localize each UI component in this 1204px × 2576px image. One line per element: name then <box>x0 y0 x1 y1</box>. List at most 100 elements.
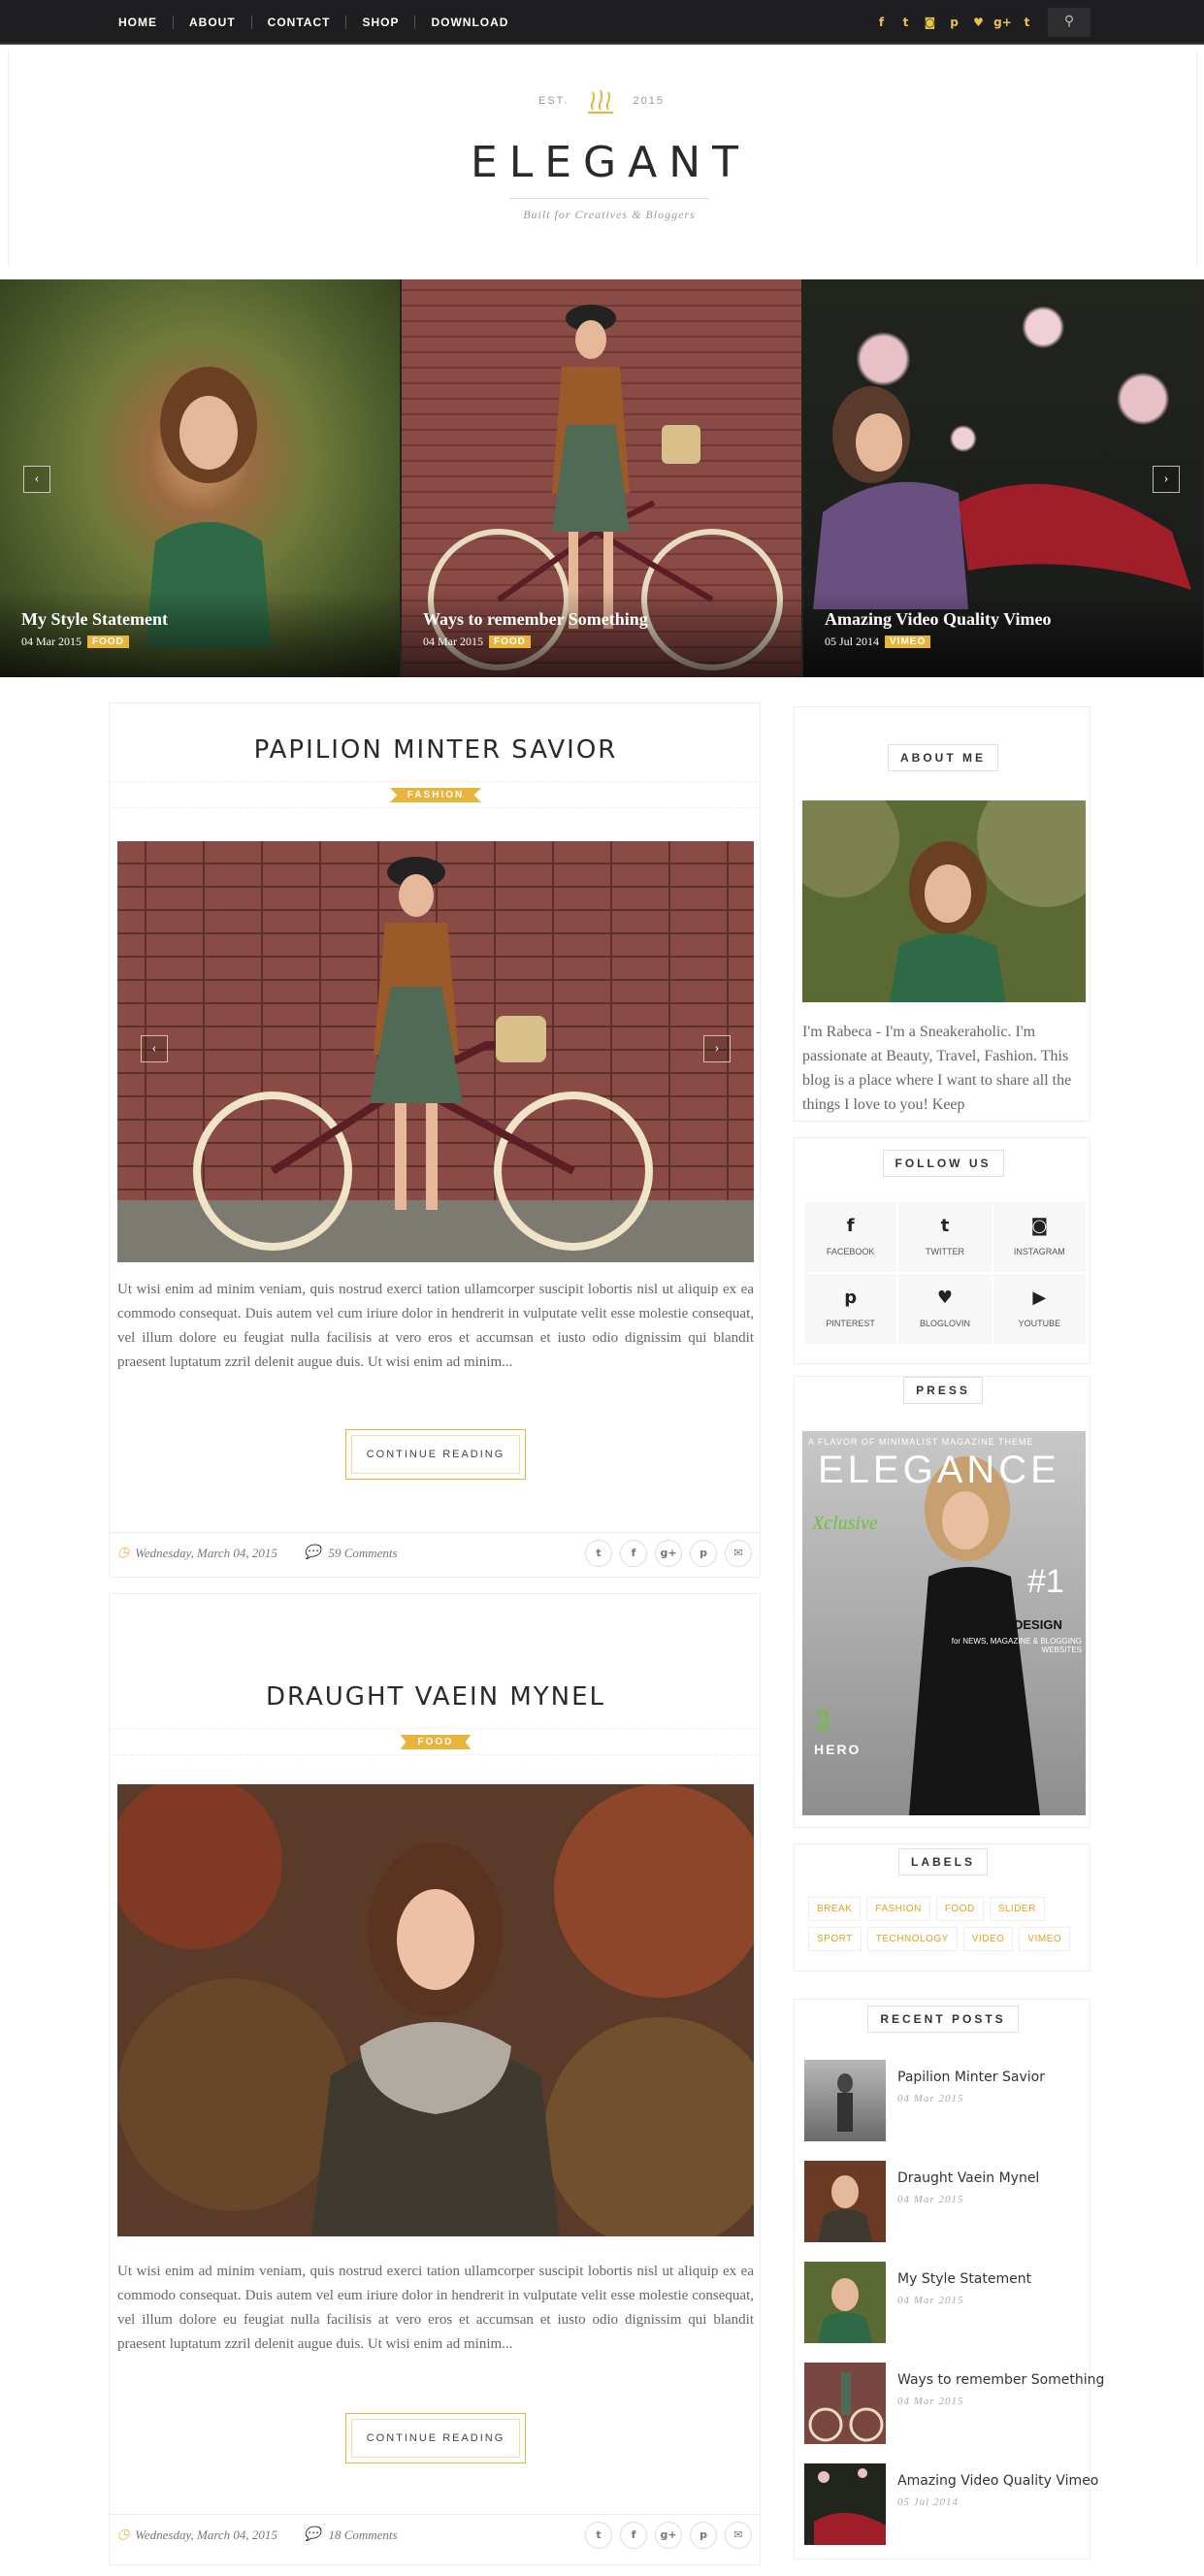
nav-contact[interactable]: CONTACT <box>252 16 347 29</box>
labels-title: LABELS <box>795 1848 1091 1875</box>
instagram-icon[interactable]: ◙ <box>918 16 942 29</box>
recent-post-date: 05 Jul 2014 <box>897 2496 959 2508</box>
follow-label: YOUTUBE <box>1018 1319 1061 1328</box>
est-year: 2015 <box>633 95 665 107</box>
magazine-cover[interactable]: A FLAVOR OF MINIMALIST MAGAZINE THEME EL… <box>802 1431 1086 1815</box>
post-footer: ◷ Wednesday, March 04, 2015 💬 18 Comment… <box>110 2514 762 2559</box>
slide-2-title[interactable]: Ways to remember Something <box>423 609 648 630</box>
label-food[interactable]: FOOD <box>935 1897 984 1921</box>
search-icon[interactable]: ⚲ <box>1048 8 1090 37</box>
recent-post-item[interactable]: Draught Vaein Mynel 04 Mar 2015 <box>804 2161 1082 2246</box>
slider-next-icon[interactable]: › <box>1153 466 1180 493</box>
post-comments-text[interactable]: 59 Comments <box>328 1546 397 1561</box>
labels-title-text: LABELS <box>898 1848 988 1875</box>
recent-post-title[interactable]: Ways to remember Something <box>897 2372 1104 2388</box>
label-video[interactable]: VIDEO <box>962 1927 1014 1951</box>
press-title-text: PRESS <box>903 1377 983 1404</box>
featured-slider: My Style Statement 04 Mar 2015 FOOD Ways… <box>0 279 1204 677</box>
nav-shop[interactable]: SHOP <box>346 16 416 29</box>
slide-2-tag[interactable]: FOOD <box>489 636 531 648</box>
label-fashion[interactable]: FASHION <box>866 1897 930 1921</box>
slide-1[interactable]: My Style Statement 04 Mar 2015 FOOD <box>0 279 400 677</box>
recent-post-title[interactable]: Papilion Minter Savior <box>897 2070 1045 2085</box>
post-title[interactable]: DRAUGHT VAEIN MYNEL <box>207 1678 665 1716</box>
continue-reading-button[interactable]: CONTINUE READING <box>345 1429 526 1480</box>
cover-for: for NEWS, MAGAZINE & BLOGGING WEBSITES <box>951 1637 1082 1654</box>
nav-download[interactable]: DOWNLOAD <box>415 16 524 29</box>
recent-post-item[interactable]: Ways to remember Something 04 Mar 2015 <box>804 2363 1104 2448</box>
post-comments-text[interactable]: 18 Comments <box>328 2527 397 2543</box>
post-image-prev-icon[interactable]: ‹ <box>141 1035 168 1062</box>
slide-3[interactable]: Amazing Video Quality Vimeo 05 Jul 2014 … <box>803 279 1203 677</box>
follow-label: INSTAGRAM <box>1013 1247 1065 1256</box>
recent-post-item[interactable]: Papilion Minter Savior 04 Mar 2015 <box>804 2060 1082 2145</box>
share-buttons: t f g+ p ✉ <box>585 2522 752 2549</box>
tumblr-icon[interactable]: t <box>1015 16 1039 29</box>
label-vimeo[interactable]: VIMEO <box>1019 1927 1071 1951</box>
recent-post-date: 04 Mar 2015 <box>897 2093 964 2104</box>
about-title-text: ABOUT ME <box>888 744 998 771</box>
recent-post-item[interactable]: Amazing Video Quality Vimeo 05 Jul 2014 <box>804 2463 1098 2549</box>
category-ribbon[interactable]: FOOD <box>400 1735 472 1749</box>
share-twitter-icon[interactable]: t <box>585 1540 612 1567</box>
post-comments[interactable]: 💬 18 Comments <box>304 2527 398 2543</box>
post-image[interactable]: ‹ › <box>117 841 754 1262</box>
follow-twitter[interactable]: t TWITTER <box>898 1202 992 1272</box>
recent-post-title[interactable]: My Style Statement <box>897 2271 1031 2287</box>
share-facebook-icon[interactable]: f <box>620 2522 647 2549</box>
slide-1-title[interactable]: My Style Statement <box>21 609 168 630</box>
heart-icon[interactable]: ♥ <box>966 16 991 29</box>
slide-1-meta: 04 Mar 2015 FOOD <box>21 635 129 649</box>
follow-facebook[interactable]: f FACEBOOK <box>804 1202 897 1272</box>
category-ribbon[interactable]: FASHION <box>389 788 482 802</box>
post-date-text: Wednesday, March 04, 2015 <box>135 1545 277 1560</box>
labels-widget: LABELS BREAK FASHION FOOD SLIDER SPORT T… <box>794 1843 1090 1972</box>
follow-bloglovin[interactable]: ♥ BLOGLOVIN <box>898 1274 992 1344</box>
instagram-icon: ◙ <box>1030 1216 1049 1236</box>
recent-post-title[interactable]: Amazing Video Quality Vimeo <box>897 2473 1098 2489</box>
label-sport[interactable]: SPORT <box>808 1927 862 1951</box>
twitter-icon[interactable]: t <box>894 16 918 29</box>
recent-posts-widget: RECENT POSTS Papilion Minter Savior 04 M… <box>794 1999 1104 2560</box>
slide-3-shade <box>803 590 1203 677</box>
nav-home[interactable]: HOME <box>103 16 174 29</box>
pinterest-icon[interactable]: p <box>942 16 966 29</box>
share-buttons: t f g+ p ✉ <box>585 1540 752 1567</box>
share-pinterest-icon[interactable]: p <box>690 2522 717 2549</box>
label-technology[interactable]: TECHNOLOGY <box>866 1927 958 1951</box>
clock-icon: ◷ <box>117 2527 130 2542</box>
label-break[interactable]: BREAK <box>808 1897 862 1921</box>
recent-post-title[interactable]: Draught Vaein Mynel <box>897 2170 1039 2186</box>
site-logo[interactable]: ELEGANT <box>465 128 756 198</box>
slide-2-meta: 04 Mar 2015 FOOD <box>423 635 531 649</box>
share-email-icon[interactable]: ✉ <box>725 2522 752 2549</box>
follow-label: TWITTER <box>925 1247 964 1256</box>
nav-about[interactable]: ABOUT <box>174 16 252 29</box>
post-image-next-icon[interactable]: › <box>703 1035 731 1062</box>
share-google-plus-icon[interactable]: g+ <box>655 1540 682 1567</box>
slide-3-title[interactable]: Amazing Video Quality Vimeo <box>825 609 1052 630</box>
autumn-girl-photo <box>117 1784 754 2236</box>
follow-grid: f FACEBOOK t TWITTER ◙ INSTAGRAM p PINTE… <box>804 1202 1086 1344</box>
share-pinterest-icon[interactable]: p <box>690 1540 717 1567</box>
recent-post-item[interactable]: My Style Statement 04 Mar 2015 <box>804 2262 1082 2347</box>
post-image[interactable] <box>117 1784 754 2236</box>
share-email-icon[interactable]: ✉ <box>725 1540 752 1567</box>
follow-youtube[interactable]: ▶ YOUTUBE <box>992 1274 1086 1344</box>
slider-prev-icon[interactable]: ‹ <box>23 466 50 493</box>
continue-reading-button[interactable]: CONTINUE READING <box>345 2413 526 2463</box>
share-facebook-icon[interactable]: f <box>620 1540 647 1567</box>
slide-2[interactable]: Ways to remember Something 04 Mar 2015 F… <box>402 279 801 677</box>
slide-3-tag[interactable]: VIMEO <box>885 636 931 648</box>
post-title[interactable]: PAPILION MINTER SAVIOR <box>207 731 665 769</box>
labels-list: BREAK FASHION FOOD SLIDER SPORT TECHNOLO… <box>808 1897 1078 1951</box>
follow-instagram[interactable]: ◙ INSTAGRAM <box>992 1202 1086 1272</box>
facebook-icon[interactable]: f <box>869 16 894 29</box>
share-twitter-icon[interactable]: t <box>585 2522 612 2549</box>
slide-1-tag[interactable]: FOOD <box>87 636 129 648</box>
follow-pinterest[interactable]: p PINTEREST <box>804 1274 897 1344</box>
post-comments[interactable]: 💬 59 Comments <box>304 1545 398 1561</box>
google-plus-icon[interactable]: g+ <box>991 16 1015 29</box>
label-slider[interactable]: SLIDER <box>989 1897 1045 1921</box>
share-google-plus-icon[interactable]: g+ <box>655 2522 682 2549</box>
